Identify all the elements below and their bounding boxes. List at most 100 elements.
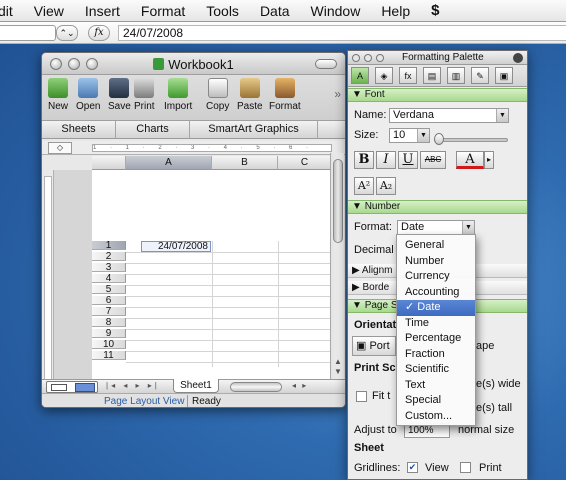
row-header-10[interactable]: 10 [92, 340, 126, 350]
superscript-button[interactable]: A² [354, 177, 374, 195]
menu-item-number[interactable]: Number [397, 254, 475, 270]
row-header-11[interactable]: 11 [92, 351, 126, 361]
menu-item-date[interactable]: ✓ Date [397, 300, 475, 316]
scroll-down-arrow-icon[interactable]: ▼ [334, 367, 342, 376]
row-header-3[interactable]: 3 [92, 263, 126, 273]
palette-close-button[interactable] [352, 54, 360, 62]
tab-smartart-graphics[interactable]: SmartArt Graphics [190, 121, 318, 139]
select-all-corner[interactable] [92, 156, 126, 170]
view-toggle[interactable] [46, 381, 98, 393]
number-format-dropdown-icon[interactable]: ▼ [462, 221, 474, 234]
row-header-5[interactable]: 5 [92, 285, 126, 295]
strikethrough-button[interactable]: ABC [420, 151, 446, 169]
scroll-up-arrow-icon[interactable]: ▲ [334, 357, 342, 366]
name-box-stepper[interactable]: ⌃⌄ [56, 25, 78, 41]
sheet-tab-sheet1[interactable]: Sheet1 [173, 379, 219, 393]
column-header-a[interactable]: A [126, 156, 212, 170]
formula-input[interactable]: 24/07/2008 [118, 25, 566, 41]
new-button[interactable]: New [48, 78, 68, 112]
reference-tools-tab-icon[interactable]: ▥ [447, 67, 465, 84]
column-header-c[interactable]: C [278, 156, 332, 170]
toolbar-toggle-button[interactable] [315, 59, 337, 69]
row-header-6[interactable]: 6 [92, 296, 126, 306]
page-layout-view-icon[interactable] [75, 383, 95, 392]
portrait-button[interactable]: ▣ Port [352, 336, 396, 356]
menu-item-currency[interactable]: Currency [397, 269, 475, 285]
menu-item-scientific[interactable]: Scientific [397, 362, 475, 378]
font-color-button[interactable]: A [456, 151, 484, 169]
font-size-slider-knob[interactable] [434, 133, 444, 145]
menu-item-fraction[interactable]: Fraction [397, 347, 475, 363]
font-section-header[interactable]: ▼ Font [348, 88, 527, 102]
menu-item-accounting[interactable]: Accounting [397, 285, 475, 301]
gridlines-view-checkbox[interactable]: ✔ [407, 462, 418, 473]
row-header-7[interactable]: 7 [92, 307, 126, 317]
font-size-field[interactable]: 10 ▼ [389, 128, 430, 143]
save-button[interactable]: Save [108, 78, 131, 112]
horizontal-scroll-arrows-icon[interactable]: ◂ ▸ [292, 381, 308, 390]
formatting-palette-tab-icon[interactable]: A [351, 67, 369, 84]
palette-collapse-icon[interactable] [513, 53, 523, 63]
menu-data[interactable]: Data [260, 3, 290, 19]
fit-to-checkbox[interactable] [356, 391, 367, 402]
menu-item-custom[interactable]: Custom... [397, 409, 475, 425]
tab-sheets[interactable]: Sheets [42, 121, 116, 139]
row-header-9[interactable]: 9 [92, 329, 126, 339]
vertical-scroll-thumb[interactable] [333, 159, 343, 243]
subscript-button[interactable]: A₂ [376, 177, 396, 195]
row-header-1[interactable]: 1 [92, 241, 126, 251]
paste-button[interactable]: Paste [237, 78, 263, 112]
normal-view-icon[interactable] [51, 384, 67, 391]
palette-zoom-button[interactable] [376, 54, 384, 62]
function-button[interactable]: fx [88, 25, 110, 41]
script-menu-icon[interactable]: $ [431, 2, 439, 19]
ruler-toggle-icon[interactable]: ◇ [48, 142, 72, 154]
compatibility-tab-icon[interactable]: ✎ [471, 67, 489, 84]
font-name-field[interactable]: Verdana ▼ [389, 108, 509, 123]
menu-format[interactable]: Format [141, 3, 185, 19]
print-button[interactable]: Print [134, 78, 155, 112]
menu-view[interactable]: View [34, 3, 64, 19]
menu-item-percentage[interactable]: Percentage [397, 331, 475, 347]
font-size-slider[interactable] [434, 138, 508, 142]
formula-builder-tab-icon[interactable]: fx [399, 67, 417, 84]
cell-a1[interactable]: 24/07/2008 [141, 241, 211, 252]
row-header-4[interactable]: 4 [92, 274, 126, 284]
format-button[interactable]: Format [269, 78, 301, 112]
toolbar-overflow-button[interactable]: » [334, 87, 341, 101]
row-header-8[interactable]: 8 [92, 318, 126, 328]
copy-button[interactable]: Copy [206, 78, 229, 112]
horizontal-scroll-thumb[interactable] [230, 382, 282, 392]
menu-tools[interactable]: Tools [206, 3, 239, 19]
palette-minimize-button[interactable] [364, 54, 372, 62]
import-button[interactable]: Import [164, 78, 192, 112]
number-format-select[interactable]: Date ▼ [397, 220, 475, 235]
number-section-header[interactable]: ▼ Number [348, 200, 527, 214]
tab-charts[interactable]: Charts [116, 121, 190, 139]
font-size-dropdown-icon[interactable]: ▼ [417, 129, 429, 142]
menu-help[interactable]: Help [381, 3, 410, 19]
menu-item-special[interactable]: Special [397, 393, 475, 409]
font-color-dropdown-icon[interactable]: ▸ [484, 151, 494, 169]
menu-item-text[interactable]: Text [397, 378, 475, 394]
menu-window[interactable]: Window [311, 3, 361, 19]
row-header-2[interactable]: 2 [92, 252, 126, 262]
menu-item-general[interactable]: General [397, 238, 475, 254]
bold-button[interactable]: B [354, 151, 374, 169]
menu-item-time[interactable]: Time [397, 316, 475, 332]
landscape-label[interactable]: ape [476, 340, 494, 352]
font-name-dropdown-icon[interactable]: ▼ [496, 109, 508, 122]
sheet-navigation-arrows-icon[interactable]: |◂ ◂ ▸ ▸| [106, 381, 160, 390]
open-button[interactable]: Open [76, 78, 100, 112]
name-box[interactable] [0, 25, 56, 41]
object-palette-tab-icon[interactable]: ◈ [375, 67, 393, 84]
underline-button[interactable]: U [398, 151, 418, 169]
italic-button[interactable]: I [376, 151, 396, 169]
menu-edit[interactable]: dit [0, 3, 13, 19]
project-palette-tab-icon[interactable]: ▣ [495, 67, 513, 84]
menu-insert[interactable]: Insert [85, 3, 120, 19]
gridlines-print-checkbox[interactable] [460, 462, 471, 473]
column-header-b[interactable]: B [212, 156, 278, 170]
vertical-scrollbar[interactable]: ▲ ▼ [330, 153, 344, 379]
scrapbook-tab-icon[interactable]: ▤ [423, 67, 441, 84]
